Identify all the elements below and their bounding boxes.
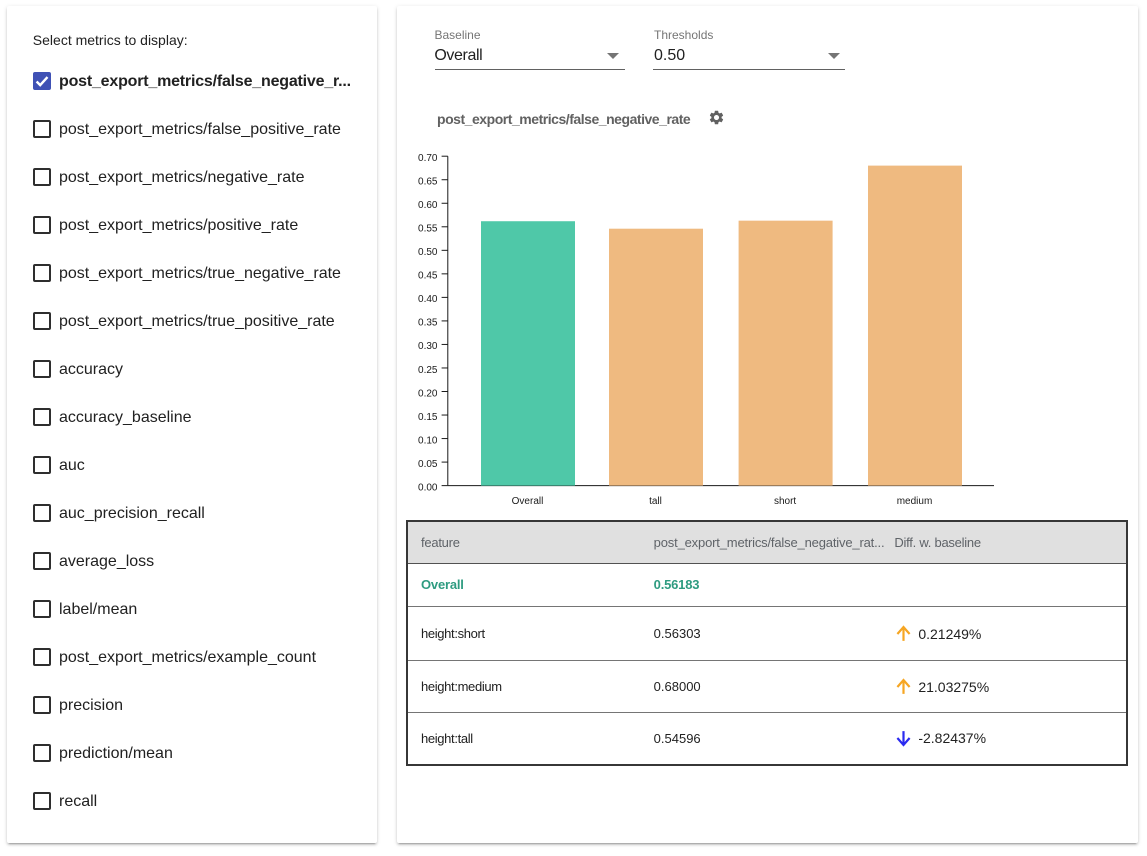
svg-text:0.15: 0.15 bbox=[418, 412, 438, 423]
svg-text:0.05: 0.05 bbox=[418, 459, 438, 470]
svg-text:0.40: 0.40 bbox=[418, 294, 438, 305]
svg-text:0.65: 0.65 bbox=[418, 177, 438, 188]
svg-text:0.00: 0.00 bbox=[418, 482, 438, 493]
svg-text:0.70: 0.70 bbox=[418, 153, 438, 164]
svg-text:0.25: 0.25 bbox=[418, 365, 438, 376]
svg-text:tall: tall bbox=[649, 496, 662, 507]
svg-text:0.45: 0.45 bbox=[418, 271, 438, 282]
svg-text:medium: medium bbox=[897, 496, 933, 507]
svg-text:Overall: Overall bbox=[512, 496, 544, 507]
svg-text:short: short bbox=[774, 496, 796, 507]
svg-text:0.30: 0.30 bbox=[418, 341, 438, 352]
svg-text:0.20: 0.20 bbox=[418, 388, 438, 399]
svg-text:0.35: 0.35 bbox=[418, 318, 438, 329]
svg-text:0.50: 0.50 bbox=[418, 247, 438, 258]
svg-text:0.60: 0.60 bbox=[418, 200, 438, 211]
svg-text:0.10: 0.10 bbox=[418, 435, 438, 446]
svg-text:0.55: 0.55 bbox=[418, 224, 438, 235]
